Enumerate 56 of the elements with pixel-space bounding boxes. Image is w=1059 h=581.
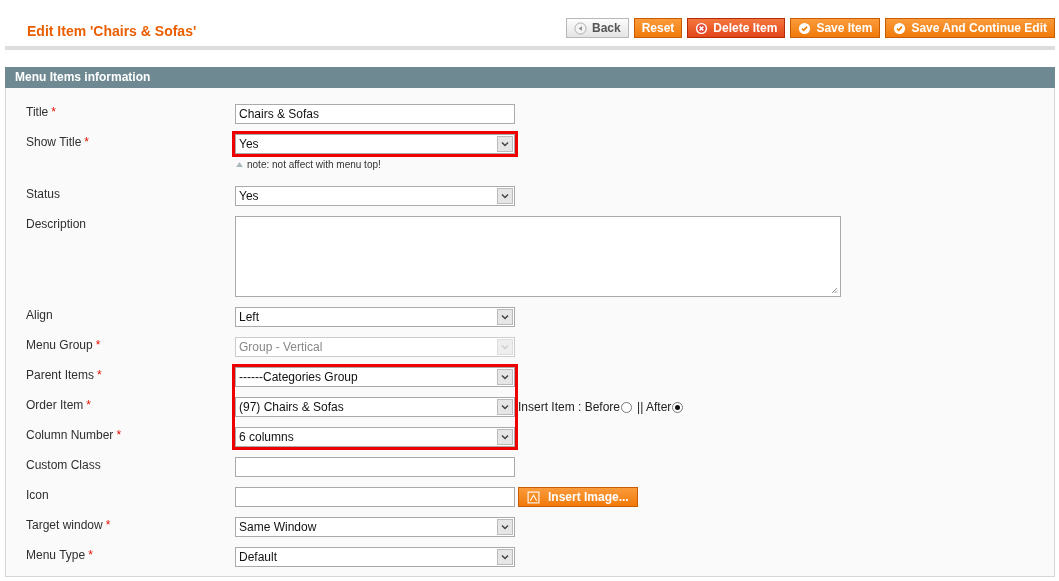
field-label: Column Number: [26, 428, 114, 444]
chevron-down-icon: [497, 188, 513, 204]
required-mark: *: [97, 368, 102, 384]
field-label: Icon: [26, 488, 49, 504]
dropdown[interactable]: Left: [235, 307, 515, 327]
chevron-down-icon: [497, 309, 513, 325]
section-header: Menu Items information: [5, 67, 1055, 88]
dropdown[interactable]: Yes: [235, 186, 515, 206]
text-area[interactable]: [235, 216, 841, 297]
checkmark-icon: [798, 21, 812, 35]
field-label: Menu Group: [26, 338, 93, 354]
dropdown[interactable]: Same Window: [235, 517, 515, 537]
field-label: Order Item: [26, 398, 84, 414]
triangle-icon: [236, 162, 243, 167]
action-button[interactable]: Back: [566, 18, 629, 38]
required-mark: *: [51, 105, 56, 121]
field-label: Align: [26, 308, 53, 324]
required-mark: *: [95, 338, 101, 354]
dropdown[interactable]: 6 columns: [235, 427, 515, 447]
dropdown[interactable]: Default: [235, 547, 515, 567]
field-label: Show Title: [26, 135, 82, 151]
close-icon: [695, 21, 709, 35]
chevron-down-icon: [497, 399, 513, 415]
chevron-down-icon: [497, 519, 513, 535]
chevron-down-icon: [497, 136, 513, 152]
required-mark: *: [88, 548, 93, 564]
page-title: Edit Item 'Chairs & Sofas': [27, 22, 197, 39]
chevron-down-icon: [497, 429, 513, 445]
dropdown[interactable]: Yes: [235, 134, 515, 154]
chevron-down-icon: [497, 369, 513, 385]
radio-button[interactable]: [621, 401, 633, 413]
dropdown[interactable]: ------Categories Group: [235, 367, 515, 387]
radio-button[interactable]: [672, 401, 684, 413]
required-mark: *: [116, 428, 122, 444]
radio-label: || After: [637, 400, 672, 414]
required-mark: *: [84, 135, 90, 151]
field-label: Status: [26, 187, 61, 203]
radio-label: Insert Item : Before: [518, 400, 621, 414]
chevron-down-icon: [497, 339, 513, 355]
field-label: Custom Class: [26, 458, 101, 474]
field-label: Target window: [26, 518, 103, 534]
image-icon: [527, 490, 540, 504]
chevron-down-icon: [497, 549, 513, 565]
required-mark: *: [86, 398, 92, 414]
checkmark-icon: [893, 21, 907, 35]
input-field[interactable]: [235, 487, 515, 507]
field-label: Menu Type: [26, 548, 86, 564]
dropdown[interactable]: (97) Chairs & Sofas: [235, 397, 515, 417]
field-label: Description: [26, 217, 87, 233]
input-field[interactable]: Chairs & Sofas: [235, 104, 515, 124]
input-field[interactable]: [235, 457, 515, 477]
field-label: Parent Items: [26, 368, 95, 384]
field-label: Title: [26, 105, 49, 121]
resize-grip-icon: [830, 286, 838, 294]
required-mark: *: [105, 518, 111, 534]
field-note: note: not affect with menu top!: [247, 159, 381, 170]
